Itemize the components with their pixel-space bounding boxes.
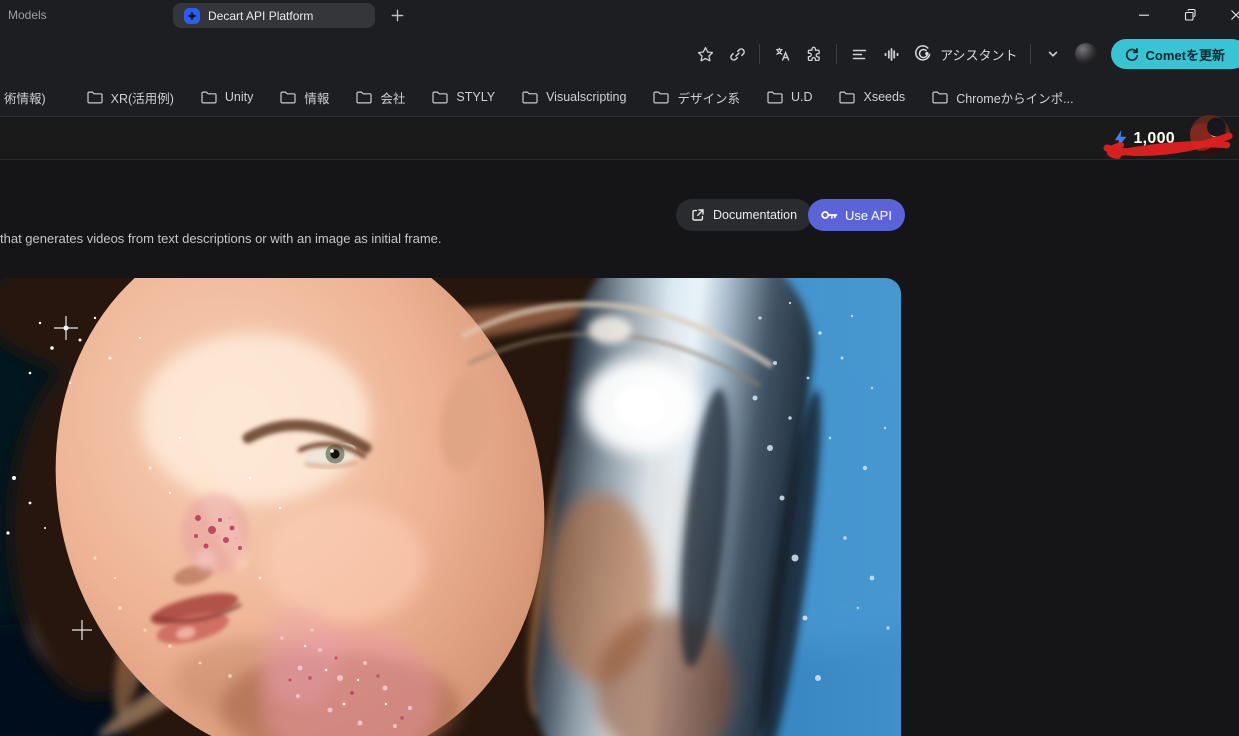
- folder-icon: [432, 91, 448, 104]
- bookmarks-bar: 術情報) XR(活用例) Unity 情報 会社 STYLY Visualscr…: [0, 78, 1239, 117]
- bookmark-folder[interactable]: U.D: [767, 90, 813, 104]
- documentation-button[interactable]: Documentation: [676, 199, 812, 231]
- bookmark-folder[interactable]: 情報: [280, 88, 329, 107]
- window-controls: [1121, 0, 1239, 30]
- lightning-icon: [1114, 130, 1127, 148]
- bookmark-label: Xseeds: [863, 90, 905, 104]
- minimize-icon[interactable]: [1121, 0, 1167, 30]
- bookmark-label: 情報: [304, 88, 329, 107]
- tab-strip: Models Decart API Platform: [0, 0, 1239, 30]
- copy-link-icon[interactable]: [727, 44, 747, 64]
- model-description: that generates videos from text descript…: [0, 231, 450, 246]
- bookmark-folder[interactable]: 会社: [356, 88, 405, 107]
- toolbar-separator: [1030, 44, 1031, 64]
- browser-toolbar: アシスタント Cometを更新: [0, 30, 1239, 78]
- comet-update-button[interactable]: Cometを更新: [1111, 39, 1239, 69]
- assistant-button[interactable]: アシスタント: [913, 44, 1017, 64]
- bookmark-label: STYLY: [456, 90, 495, 104]
- voice-icon[interactable]: [881, 44, 901, 64]
- folder-icon: [280, 91, 296, 104]
- folder-icon: [653, 91, 669, 104]
- decart-star-icon: [184, 8, 200, 24]
- folder-icon: [932, 91, 948, 104]
- folder-icon: [522, 91, 538, 104]
- bookmark-item[interactable]: 術情報): [4, 88, 46, 107]
- bookmark-label: 会社: [380, 88, 405, 107]
- bookmark-label: U.D: [791, 90, 813, 104]
- chevron-down-icon[interactable]: [1043, 44, 1063, 64]
- folder-icon: [201, 91, 217, 104]
- bookmark-label: Unity: [225, 90, 253, 104]
- bookmark-label: Chromeからインポ...: [956, 88, 1073, 107]
- bookmark-folder[interactable]: Unity: [201, 90, 253, 104]
- bookmark-star-icon[interactable]: [695, 44, 715, 64]
- use-api-button[interactable]: Use API: [808, 199, 905, 231]
- toolbar-separator: [759, 44, 760, 64]
- bookmark-label: デザイン系: [677, 88, 740, 107]
- bookmark-folder[interactable]: STYLY: [432, 90, 495, 104]
- tab-title: Decart API Platform: [208, 9, 313, 23]
- close-icon[interactable]: [1213, 0, 1239, 30]
- assistant-label: アシスタント: [940, 45, 1017, 64]
- bookmark-label: Visualscripting: [546, 90, 626, 104]
- model-preview-image[interactable]: [0, 278, 901, 736]
- comet-assistant-icon: [913, 44, 933, 64]
- translate-icon[interactable]: [772, 44, 792, 64]
- credits-value: 1,000: [1133, 130, 1175, 148]
- credits-counter[interactable]: 1,000: [1114, 118, 1175, 160]
- new-tab-button[interactable]: [385, 3, 410, 28]
- extensions-icon[interactable]: [804, 44, 824, 64]
- key-icon: [821, 208, 838, 222]
- restore-icon[interactable]: [1167, 0, 1213, 30]
- reader-mode-icon[interactable]: [849, 44, 869, 64]
- external-link-icon: [691, 208, 705, 222]
- toolbar-separator: [836, 44, 837, 64]
- page-header: 1,000: [0, 118, 1239, 160]
- bookmark-folder[interactable]: Chromeからインポ...: [932, 88, 1073, 107]
- folder-icon: [767, 91, 783, 104]
- folder-icon: [839, 91, 855, 104]
- profile-orb[interactable]: [1075, 43, 1097, 65]
- comet-update-label: Cometを更新: [1146, 45, 1225, 64]
- preview-illustration: [0, 278, 901, 736]
- tab-decart-api-platform[interactable]: Decart API Platform: [173, 3, 375, 28]
- bookmark-folder[interactable]: XR(活用例): [87, 88, 174, 107]
- use-api-label: Use API: [845, 208, 892, 223]
- documentation-label: Documentation: [713, 208, 797, 222]
- bookmark-label: 術情報): [4, 88, 46, 107]
- folder-icon: [356, 91, 372, 104]
- bookmark-folder[interactable]: Xseeds: [839, 90, 905, 104]
- bookmark-label: XR(活用例): [111, 88, 174, 107]
- bookmark-folder[interactable]: デザイン系: [653, 88, 740, 107]
- overflow-tab-label[interactable]: Models: [8, 0, 47, 30]
- user-avatar[interactable]: [1190, 115, 1230, 155]
- refresh-icon: [1124, 47, 1139, 62]
- folder-icon: [87, 91, 103, 104]
- bookmark-folder[interactable]: Visualscripting: [522, 90, 626, 104]
